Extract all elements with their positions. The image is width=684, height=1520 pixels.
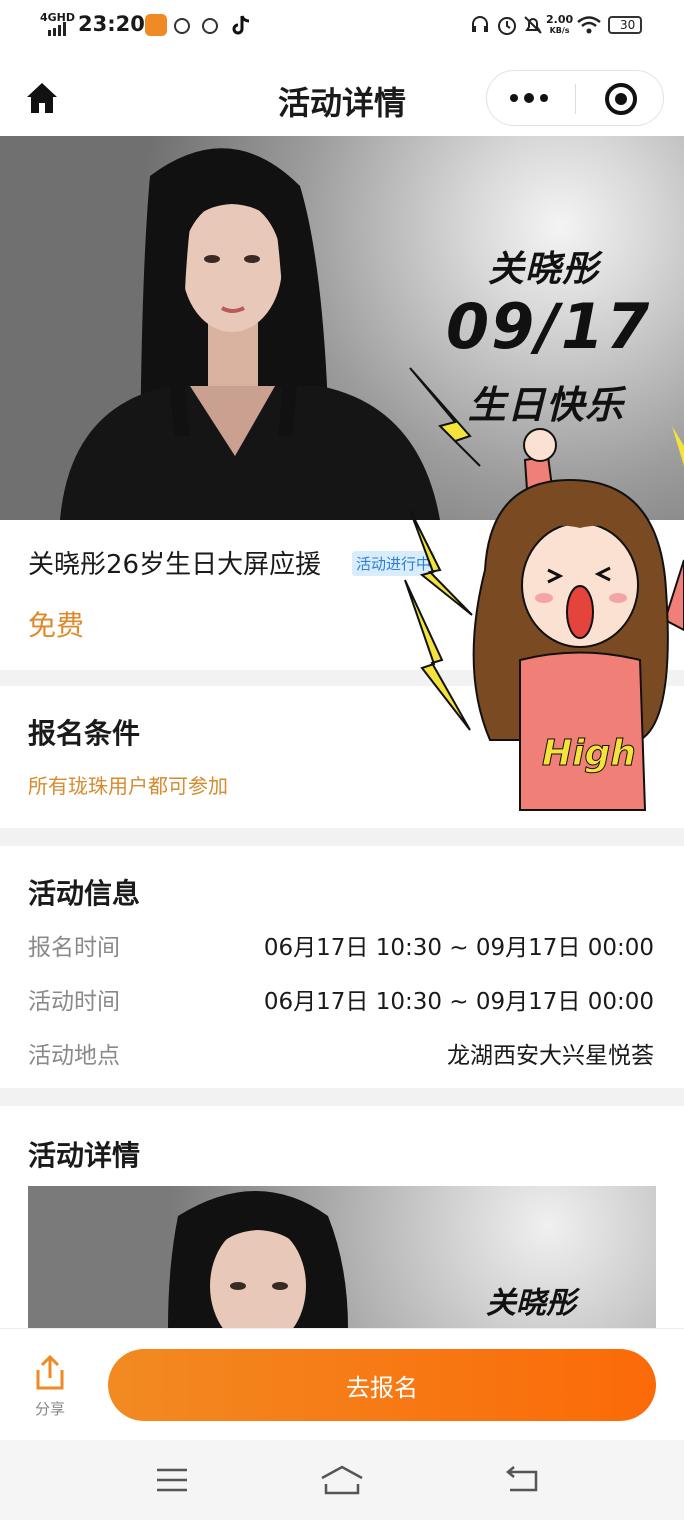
battery-icon: 30: [608, 16, 642, 34]
signup-time-value: 06月17日 10:30 ~ 09月17日 00:00: [263, 935, 654, 961]
signup-button[interactable]: 去报名: [108, 1349, 656, 1421]
capsule-divider: [575, 84, 576, 114]
signal-icon: [48, 22, 66, 36]
back-nav-icon[interactable]: [504, 1466, 540, 1494]
alarm-icon: [498, 17, 516, 35]
event-title: 关晓彤26岁生日大屏应援: [28, 550, 322, 580]
tiktok-icon: [232, 15, 250, 35]
event-price: 免费: [28, 609, 85, 642]
menu-icon[interactable]: [155, 1466, 189, 1494]
headphones-icon: [472, 16, 488, 32]
signup-time-label: 报名时间: [28, 935, 120, 961]
event-location-label: 活动地点: [28, 1043, 120, 1069]
event-location-value[interactable]: 龙湖西安大兴星悦荟: [447, 1036, 654, 1070]
details-image-text: 关晓彤: [486, 1286, 576, 1321]
info-title: 活动信息: [28, 877, 141, 910]
chat-bubble-icon: [174, 18, 190, 34]
app-notification-icon: [145, 14, 167, 36]
conditions-title: 报名条件: [28, 717, 141, 750]
event-time-value: 06月17日 10:30 ~ 09月17日 00:00: [263, 989, 654, 1015]
clock: 23:20: [78, 12, 145, 36]
mute-bell-icon: [524, 16, 542, 34]
close-miniprogram-icon[interactable]: [604, 82, 638, 116]
home-nav-icon[interactable]: [318, 1464, 366, 1496]
banner-date: 09/17: [446, 290, 652, 363]
sticker-text: High: [542, 733, 636, 774]
more-icon[interactable]: [508, 90, 552, 106]
share-icon[interactable]: [32, 1354, 68, 1392]
chat-bubble-icon: [202, 18, 218, 34]
network-speed: 2.00 KB/s: [546, 13, 574, 35]
event-time-label: 活动时间: [28, 989, 120, 1015]
wifi-icon: [577, 16, 601, 34]
details-title: 活动详情: [28, 1139, 141, 1172]
high-sticker: High: [404, 428, 684, 811]
banner-name: 关晓彤: [488, 249, 600, 290]
share-label[interactable]: 分享: [30, 1398, 70, 1419]
conditions-text: 所有珑珠用户都可参加: [28, 774, 228, 798]
